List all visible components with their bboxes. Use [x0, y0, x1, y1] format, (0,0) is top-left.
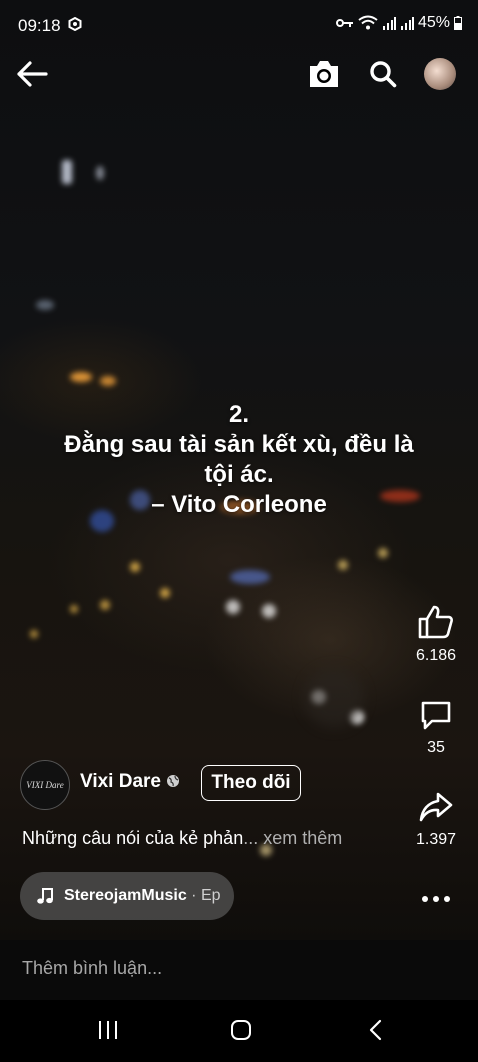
search-button[interactable]: [366, 57, 400, 91]
car-shape: [304, 668, 364, 728]
music-note-icon: [37, 888, 53, 904]
author-row: VIXI Dare Vixi Dare Theo dõi: [20, 760, 320, 810]
light-blob: [96, 166, 104, 180]
more-options-button[interactable]: [416, 884, 456, 914]
top-app-bar: [0, 52, 478, 96]
status-time: 09:18: [18, 16, 61, 35]
dot-icon: [433, 896, 439, 902]
light-blob: [230, 570, 270, 584]
back-button[interactable]: [14, 58, 50, 90]
light-blob: [62, 160, 72, 184]
chevron-left-icon: [369, 1019, 382, 1041]
light-blob: [30, 630, 38, 638]
light-blob: [100, 376, 116, 386]
caption-text: Những câu nói của kẻ phản: [22, 828, 244, 848]
like-button[interactable]: 6.186: [404, 604, 468, 665]
home-button[interactable]: [221, 1016, 261, 1044]
see-more-link[interactable]: ... xem thêm: [243, 828, 342, 848]
author-name[interactable]: Vixi Dare: [80, 771, 161, 793]
camera-button[interactable]: [306, 57, 342, 91]
comment-button[interactable]: 35: [404, 698, 468, 757]
author-avatar[interactable]: VIXI Dare: [20, 760, 70, 810]
thumbs-up-icon: [418, 605, 453, 639]
music-suffix: · Ep: [186, 887, 221, 904]
key-icon: [335, 19, 353, 27]
status-icons: 45%: [335, 14, 462, 32]
camera-icon: [310, 61, 338, 87]
light-blob: [130, 562, 140, 572]
back-nav-button[interactable]: [356, 1016, 396, 1044]
caption[interactable]: Những câu nói của kẻ phản... xem thêm: [22, 828, 342, 849]
light-blob: [70, 372, 92, 382]
light-blob: [70, 605, 78, 613]
quote-line: Đằng sau tài sản kết xù, đều là: [64, 431, 414, 458]
quote-line: – Vito Corleone: [151, 491, 327, 518]
home-icon: [231, 1020, 251, 1040]
app-notification-icon: [68, 17, 82, 31]
quote-line: 2.: [228, 401, 249, 428]
light-blob: [338, 560, 348, 570]
share-button[interactable]: 1.397: [404, 790, 468, 849]
dot-icon: [422, 896, 428, 902]
recent-apps-icon: [99, 1021, 117, 1039]
light-blob: [378, 548, 388, 558]
light-blob: [262, 604, 276, 618]
share-count: 1.397: [415, 831, 457, 848]
light-blob: [160, 588, 170, 598]
battery-percent: 45%: [417, 14, 450, 31]
back-arrow-icon: [17, 61, 48, 87]
music-artist: StereojamMusic: [64, 887, 187, 904]
comment-count: 35: [427, 739, 445, 756]
recent-apps-button[interactable]: [88, 1016, 128, 1044]
music-pill[interactable]: StereojamMusic · Ep: [20, 872, 234, 920]
globe-icon: [167, 775, 179, 787]
light-blob: [36, 300, 54, 310]
quote-line: tội ác.: [204, 461, 274, 488]
comment-icon: [421, 701, 451, 730]
video-text-overlay: 2. Đằng sau tài sản kết xù, đều là tội á…: [20, 400, 458, 520]
system-nav-bar: [0, 1000, 478, 1062]
music-title: StereojamMusic · Ep: [64, 887, 221, 905]
battery-icon: [454, 16, 462, 30]
dot-icon: [444, 896, 450, 902]
signal-icon-2: [400, 17, 414, 30]
signal-icon-1: [382, 17, 396, 30]
follow-button[interactable]: Theo dõi: [201, 765, 301, 801]
comment-input[interactable]: Thêm bình luận...: [22, 958, 162, 979]
profile-avatar[interactable]: [424, 58, 456, 90]
search-icon: [370, 61, 397, 88]
comment-bar[interactable]: Thêm bình luận...: [0, 940, 478, 1000]
like-count: 6.186: [415, 647, 457, 664]
light-blob: [226, 600, 240, 614]
light-blob: [100, 600, 110, 610]
share-arrow-icon: [419, 792, 453, 822]
status-bar: 09:18 45%: [0, 0, 478, 52]
wifi-icon: [358, 15, 378, 30]
